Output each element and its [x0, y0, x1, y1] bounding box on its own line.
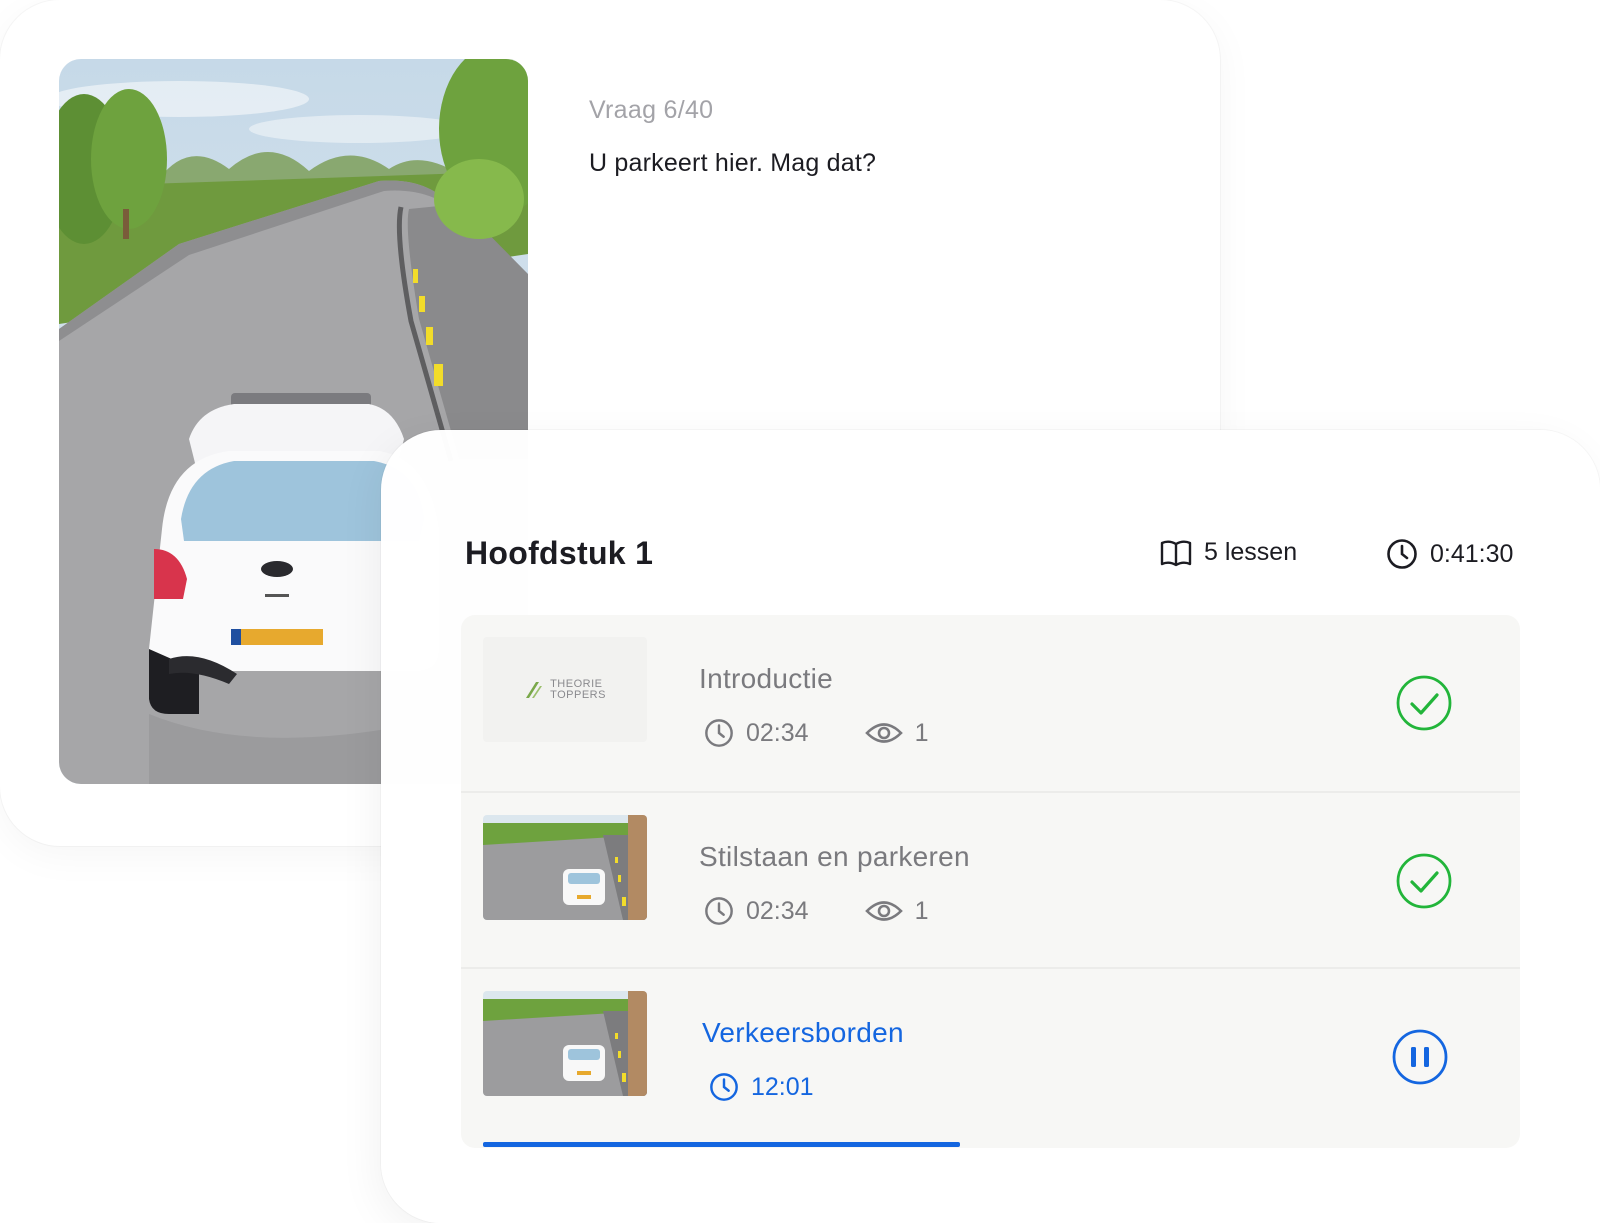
- lessons-count: 5 lessen: [1160, 538, 1297, 567]
- lesson-duration: 12:01: [709, 1072, 814, 1102]
- pause-button[interactable]: [1392, 1029, 1448, 1085]
- question-counter: Vraag 6/40: [589, 96, 714, 124]
- clock-icon: [1386, 538, 1418, 570]
- lesson-list: THEORIE TOPPERS Introductie 02:34 1 Stil…: [461, 615, 1520, 1148]
- lesson-views: 1: [864, 897, 928, 926]
- clock-icon: [704, 896, 734, 926]
- lesson-meta: 02:34 1: [704, 896, 928, 926]
- book-icon: [1160, 539, 1192, 567]
- lesson-meta: 02:34 1: [704, 718, 928, 748]
- lesson-title: Verkeersborden: [702, 1017, 904, 1048]
- eye-icon: [864, 898, 903, 924]
- lesson-thumbnail: THEORIE TOPPERS: [483, 637, 647, 742]
- completed-check-icon: [1396, 675, 1452, 731]
- lesson-thumbnail: [483, 991, 647, 1096]
- total-duration-label: 0:41:30: [1430, 539, 1514, 568]
- lesson-duration: 02:34: [704, 896, 809, 926]
- eye-icon: [864, 720, 903, 746]
- clock-icon: [709, 1072, 739, 1102]
- question-text: U parkeert hier. Mag dat?: [589, 149, 877, 177]
- lesson-thumbnail: [483, 815, 647, 920]
- lesson-title: Stilstaan en parkeren: [699, 841, 970, 872]
- lesson-row-stilstaan-en-parkeren[interactable]: Stilstaan en parkeren 02:34 1: [461, 791, 1520, 967]
- logo-text: THEORIE TOPPERS: [550, 677, 606, 701]
- lesson-duration: 02:34: [704, 718, 809, 748]
- lesson-meta: 12:01: [709, 1072, 814, 1102]
- lesson-views: 1: [864, 719, 928, 748]
- total-duration: 0:41:30: [1386, 538, 1513, 570]
- clock-icon: [704, 718, 734, 748]
- lesson-progress-bar[interactable]: [483, 1142, 960, 1147]
- lessons-count-label: 5 lessen: [1204, 538, 1298, 566]
- lesson-row-introductie[interactable]: THEORIE TOPPERS Introductie 02:34 1: [461, 615, 1520, 791]
- pause-icon: [1392, 1029, 1448, 1085]
- chapter-title: Hoofdstuk 1: [465, 535, 654, 571]
- theorie-toppers-logo-icon: [524, 680, 544, 700]
- lesson-title: Introductie: [699, 663, 834, 694]
- completed-check-icon: [1396, 853, 1452, 909]
- lesson-row-verkeersborden[interactable]: Verkeersborden 12:01: [461, 967, 1520, 1143]
